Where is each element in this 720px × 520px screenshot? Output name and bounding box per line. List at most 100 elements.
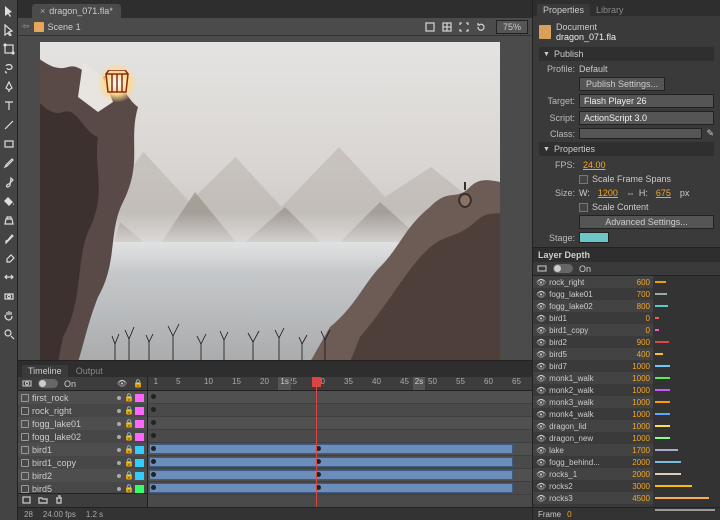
publish-settings-button[interactable]: Publish Settings... bbox=[579, 77, 665, 91]
layer-depth-row[interactable]: 👁rock_right600 bbox=[533, 276, 653, 288]
eye-column-icon[interactable]: 👁 bbox=[117, 379, 127, 388]
fps-value[interactable]: 24.00 bbox=[579, 159, 714, 171]
width-tool-icon[interactable] bbox=[2, 270, 16, 284]
edit-class-icon[interactable]: ✎ bbox=[706, 128, 714, 139]
stage bbox=[40, 42, 500, 360]
layer-row[interactable]: bird5🔒 bbox=[18, 482, 147, 493]
layer-depth-row[interactable]: 👁monk1_walk1000 bbox=[533, 372, 653, 384]
camera-layer-icon[interactable] bbox=[22, 378, 32, 390]
layer-depth-header[interactable]: Layer Depth bbox=[533, 247, 720, 262]
layer-row[interactable]: bird1_copy🔒 bbox=[18, 456, 147, 469]
scale-spans-checkbox[interactable] bbox=[579, 175, 588, 184]
fit-icon[interactable] bbox=[458, 20, 471, 33]
new-folder-icon[interactable] bbox=[38, 495, 48, 507]
layer-depth-row[interactable]: 👁dragon_new1000 bbox=[533, 432, 653, 444]
eraser-tool-icon[interactable] bbox=[2, 251, 16, 265]
layer-row[interactable]: fogg_lake02🔒 bbox=[18, 430, 147, 443]
document-tab[interactable]: × dragon_071.fla* bbox=[32, 4, 121, 18]
layer-depth-row[interactable]: 👁monk2_walk1000 bbox=[533, 384, 653, 396]
height-value[interactable]: 675 bbox=[652, 187, 676, 199]
doc-name-label: dragon_071.fla bbox=[556, 32, 616, 42]
layer-depth-row[interactable]: 👁monk3_walk1000 bbox=[533, 396, 653, 408]
layer-row[interactable]: fogg_lake01🔒 bbox=[18, 417, 147, 430]
camera-tool-icon[interactable] bbox=[2, 289, 16, 303]
layer-depth-row[interactable]: 👁bird71000 bbox=[533, 360, 653, 372]
pencil-tool-icon[interactable] bbox=[2, 156, 16, 170]
target-dropdown[interactable]: Flash Player 26 bbox=[579, 94, 714, 108]
layer-depth-row[interactable]: 👁bird1_copy0 bbox=[533, 324, 653, 336]
ink-bottle-icon[interactable] bbox=[2, 213, 16, 227]
subselect-tool-icon[interactable] bbox=[2, 23, 16, 37]
script-dropdown[interactable]: ActionScript 3.0 bbox=[579, 111, 714, 125]
rect-tool-icon[interactable] bbox=[2, 137, 16, 151]
line-tool-icon[interactable] bbox=[2, 118, 16, 132]
free-transform-icon[interactable] bbox=[2, 42, 16, 56]
pen-tool-icon[interactable] bbox=[2, 80, 16, 94]
advanced-settings-button[interactable]: Advanced Settings... bbox=[579, 215, 714, 229]
tab-properties[interactable]: Properties bbox=[537, 4, 590, 16]
new-layer-icon[interactable] bbox=[22, 495, 32, 507]
lantern-art bbox=[102, 70, 132, 96]
tab-timeline[interactable]: Timeline bbox=[22, 365, 68, 377]
lock-column-icon[interactable]: 🔒 bbox=[133, 379, 143, 388]
stage-canvas[interactable] bbox=[18, 36, 532, 360]
status-frame: 28 bbox=[24, 510, 33, 519]
document-tab-bar: × dragon_071.fla* bbox=[18, 0, 532, 18]
scene-label: Scene 1 bbox=[48, 22, 81, 32]
tool-palette bbox=[0, 0, 18, 520]
layer-depth-row[interactable]: 👁monk4_walk1000 bbox=[533, 408, 653, 420]
brush-tool-icon[interactable] bbox=[2, 175, 16, 189]
scene-icon bbox=[34, 22, 44, 32]
ld-frame-value[interactable]: 0 bbox=[567, 510, 571, 519]
document-icon bbox=[539, 25, 551, 39]
ld-camera-icon[interactable] bbox=[537, 263, 547, 275]
width-value[interactable]: 1200 bbox=[594, 187, 622, 199]
layer-depth-row[interactable]: 👁fogg_lake02800 bbox=[533, 300, 653, 312]
layer-row[interactable]: rock_right🔒 bbox=[18, 404, 147, 417]
layer-depth-row[interactable]: 👁rocks34500 bbox=[533, 492, 653, 504]
close-icon[interactable]: × bbox=[40, 6, 45, 16]
back-icon[interactable]: ⇦ bbox=[22, 21, 30, 32]
layer-depth-row[interactable]: 👁dragon_lid1000 bbox=[533, 420, 653, 432]
selection-tool-icon[interactable] bbox=[2, 4, 16, 18]
publish-section-header[interactable]: ▼Publish bbox=[539, 47, 714, 61]
layer-row[interactable]: first_rock🔒 bbox=[18, 391, 147, 404]
class-input[interactable] bbox=[579, 128, 702, 139]
stage-color-swatch[interactable] bbox=[579, 232, 609, 243]
zoom-tool-icon[interactable] bbox=[2, 327, 16, 341]
status-time: 1.2 s bbox=[86, 510, 103, 519]
status-fps: 24.00 fps bbox=[43, 510, 76, 519]
ld-toggle[interactable] bbox=[553, 264, 573, 273]
layer-row[interactable]: bird2🔒 bbox=[18, 469, 147, 482]
layer-depth-row[interactable]: 👁lake1700 bbox=[533, 444, 653, 456]
layer-row[interactable]: bird1🔒 bbox=[18, 443, 147, 456]
layer-depth-row[interactable]: 👁fogg_lake01700 bbox=[533, 288, 653, 300]
lasso-tool-icon[interactable] bbox=[2, 61, 16, 75]
paint-bucket-icon[interactable] bbox=[2, 194, 16, 208]
hand-tool-icon[interactable] bbox=[2, 308, 16, 322]
layer-depth-row[interactable]: 👁bird10 bbox=[533, 312, 653, 324]
tab-library[interactable]: Library bbox=[590, 4, 630, 16]
scale-content-checkbox[interactable] bbox=[579, 203, 588, 212]
clip-view-icon[interactable] bbox=[441, 20, 454, 33]
rotate-view-icon[interactable] bbox=[475, 20, 488, 33]
tab-output[interactable]: Output bbox=[70, 365, 109, 377]
foreground-twigs bbox=[110, 314, 370, 360]
layer-on-label: On bbox=[64, 379, 76, 389]
props-section-header[interactable]: ▼Properties bbox=[539, 142, 714, 156]
layer-depth-row[interactable]: 👁fogg_behind...2000 bbox=[533, 456, 653, 468]
zoom-dropdown[interactable]: 75% bbox=[496, 20, 528, 34]
layer-depth-row[interactable]: 👁rocks23000 bbox=[533, 480, 653, 492]
layer-depth-row[interactable]: 👁rocks_12000 bbox=[533, 468, 653, 480]
document-tab-label: dragon_071.fla* bbox=[49, 6, 113, 16]
edit-bar: ⇦ Scene 1 75% bbox=[18, 18, 532, 36]
stage-view-icon[interactable] bbox=[424, 20, 437, 33]
delete-layer-icon[interactable] bbox=[54, 495, 64, 507]
text-tool-icon[interactable] bbox=[2, 99, 16, 113]
layer-depth-row[interactable]: 👁bird2900 bbox=[533, 336, 653, 348]
doc-type-label: Document bbox=[556, 22, 616, 32]
link-wh-icon[interactable]: ⇔ bbox=[626, 188, 635, 198]
layer-depth-row[interactable]: 👁bird5400 bbox=[533, 348, 653, 360]
eyedropper-icon[interactable] bbox=[2, 232, 16, 246]
layer-toggle[interactable] bbox=[38, 379, 58, 388]
